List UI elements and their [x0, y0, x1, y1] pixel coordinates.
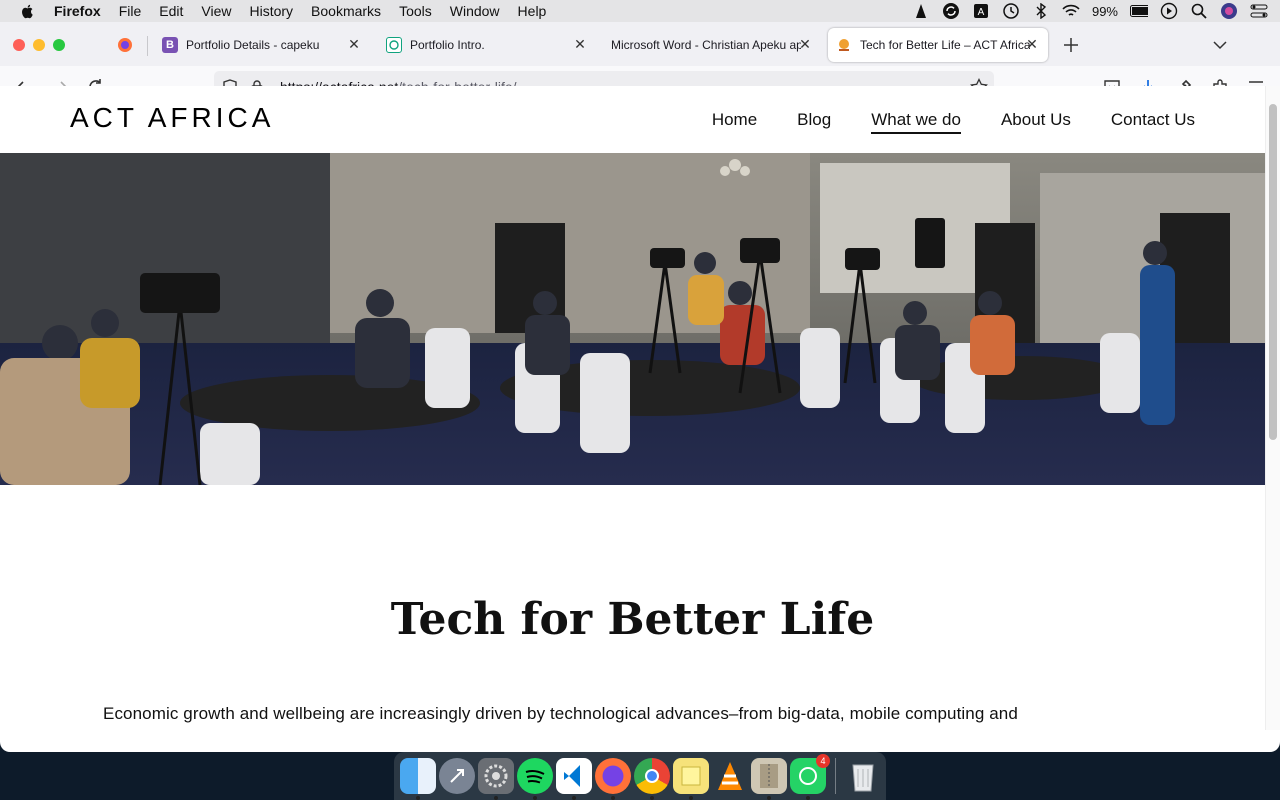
- menu-window[interactable]: Window: [450, 3, 500, 19]
- tab-portfolio-intro[interactable]: Portfolio Intro. ✕: [374, 28, 596, 62]
- trash-icon[interactable]: [845, 758, 881, 794]
- close-window-button[interactable]: [13, 39, 25, 51]
- minimize-window-button[interactable]: [33, 39, 45, 51]
- battery-percent: 99%: [1091, 3, 1118, 19]
- zoom-window-button[interactable]: [53, 39, 65, 51]
- list-all-tabs-icon[interactable]: [1210, 35, 1230, 55]
- bluetooth-icon[interactable]: [1032, 2, 1050, 20]
- wifi-icon[interactable]: [1062, 2, 1080, 20]
- menu-history[interactable]: History: [249, 3, 293, 19]
- menu-tools[interactable]: Tools: [399, 3, 432, 19]
- running-indicator: [806, 796, 810, 800]
- archive-utility-icon[interactable]: [751, 758, 787, 800]
- apple-icon[interactable]: [20, 3, 36, 19]
- running-indicator: [689, 796, 693, 800]
- nav-contact-us[interactable]: Contact Us: [1111, 110, 1195, 134]
- tab-portfolio-details[interactable]: B Portfolio Details - capeku ✕: [150, 28, 370, 62]
- scrollbar-thumb[interactable]: [1269, 104, 1277, 440]
- battery-icon[interactable]: [1130, 2, 1148, 20]
- finder-icon[interactable]: [400, 758, 436, 800]
- web-page: ACT AFRICA Home Blog What we do About Us…: [0, 86, 1265, 730]
- tab-title: Portfolio Intro.: [410, 38, 485, 52]
- close-tab-icon[interactable]: ✕: [797, 36, 813, 52]
- vscode-icon[interactable]: [556, 758, 592, 800]
- chatgpt-icon: [386, 37, 402, 53]
- chrome-icon[interactable]: [634, 758, 670, 800]
- tab-separator: [147, 36, 148, 56]
- dock-separator: [835, 758, 836, 794]
- notification-badge: 4: [816, 754, 830, 768]
- text-input-icon[interactable]: A: [972, 2, 990, 20]
- time-machine-icon[interactable]: [1002, 2, 1020, 20]
- stickies-icon[interactable]: [673, 758, 709, 800]
- vlc-status-icon[interactable]: [912, 2, 930, 20]
- menu-file[interactable]: File: [119, 3, 142, 19]
- site-navigation: Home Blog What we do About Us Contact Us: [712, 110, 1195, 134]
- control-center-icon[interactable]: [1250, 2, 1268, 20]
- system-preferences-icon[interactable]: [478, 758, 514, 800]
- nav-blog[interactable]: Blog: [797, 110, 831, 134]
- firefox-icon[interactable]: [595, 758, 631, 800]
- firefox-view-icon[interactable]: [117, 37, 133, 53]
- launchpad-icon[interactable]: [439, 758, 475, 794]
- tab-title: Microsoft Word - Christian Apeku ap: [611, 38, 801, 52]
- running-indicator: [533, 796, 537, 800]
- site-header: ACT AFRICA Home Blog What we do About Us…: [0, 86, 1265, 153]
- running-indicator: [572, 796, 576, 800]
- bootstrap-icon: B: [162, 37, 178, 53]
- menu-edit[interactable]: Edit: [159, 3, 183, 19]
- running-indicator: [416, 796, 420, 800]
- tab-title: Tech for Better Life – ACT Africa: [860, 38, 1030, 52]
- menu-view[interactable]: View: [201, 3, 231, 19]
- page-scrollbar[interactable]: [1265, 86, 1280, 730]
- tab-title: Portfolio Details - capeku: [186, 38, 320, 52]
- new-tab-icon[interactable]: [1061, 35, 1081, 55]
- nav-about-us[interactable]: About Us: [1001, 110, 1071, 134]
- macos-menu-bar: Firefox File Edit View History Bookmarks…: [0, 0, 1280, 22]
- close-tab-icon[interactable]: ✕: [346, 36, 362, 52]
- hero-conference-photo: [0, 153, 1265, 485]
- macos-dock: 4: [394, 752, 886, 800]
- sync-status-icon[interactable]: [942, 2, 960, 20]
- spotify-icon[interactable]: [517, 758, 553, 800]
- site-logo[interactable]: ACT AFRICA: [70, 102, 274, 134]
- whatsapp-icon[interactable]: 4: [790, 754, 830, 800]
- running-indicator: [494, 796, 498, 800]
- menu-bookmarks[interactable]: Bookmarks: [311, 3, 381, 19]
- running-indicator: [650, 796, 654, 800]
- act-africa-icon: [836, 37, 852, 53]
- close-tab-icon[interactable]: ✕: [1024, 36, 1040, 52]
- svg-text:A: A: [978, 7, 985, 18]
- tab-microsoft-word[interactable]: Microsoft Word - Christian Apeku ap ✕: [599, 28, 821, 62]
- page-title: Tech for Better Life: [390, 594, 875, 645]
- menu-app-name[interactable]: Firefox: [54, 3, 101, 19]
- tab-tech-for-better-life[interactable]: Tech for Better Life – ACT Africa ✕: [828, 28, 1048, 62]
- running-indicator: [611, 796, 615, 800]
- media-play-icon[interactable]: [1160, 2, 1178, 20]
- running-indicator: [767, 796, 771, 800]
- nav-home[interactable]: Home: [712, 110, 757, 134]
- tab-strip: B Portfolio Details - capeku ✕ Portfolio…: [0, 22, 1280, 66]
- spotlight-search-icon[interactable]: [1190, 2, 1208, 20]
- menu-help[interactable]: Help: [518, 3, 547, 19]
- nav-what-we-do[interactable]: What we do: [871, 110, 961, 134]
- intro-paragraph: Economic growth and wellbeing are increa…: [103, 704, 1018, 723]
- close-tab-icon[interactable]: ✕: [572, 36, 588, 52]
- vlc-icon[interactable]: [712, 758, 748, 794]
- siri-icon[interactable]: [1220, 2, 1238, 20]
